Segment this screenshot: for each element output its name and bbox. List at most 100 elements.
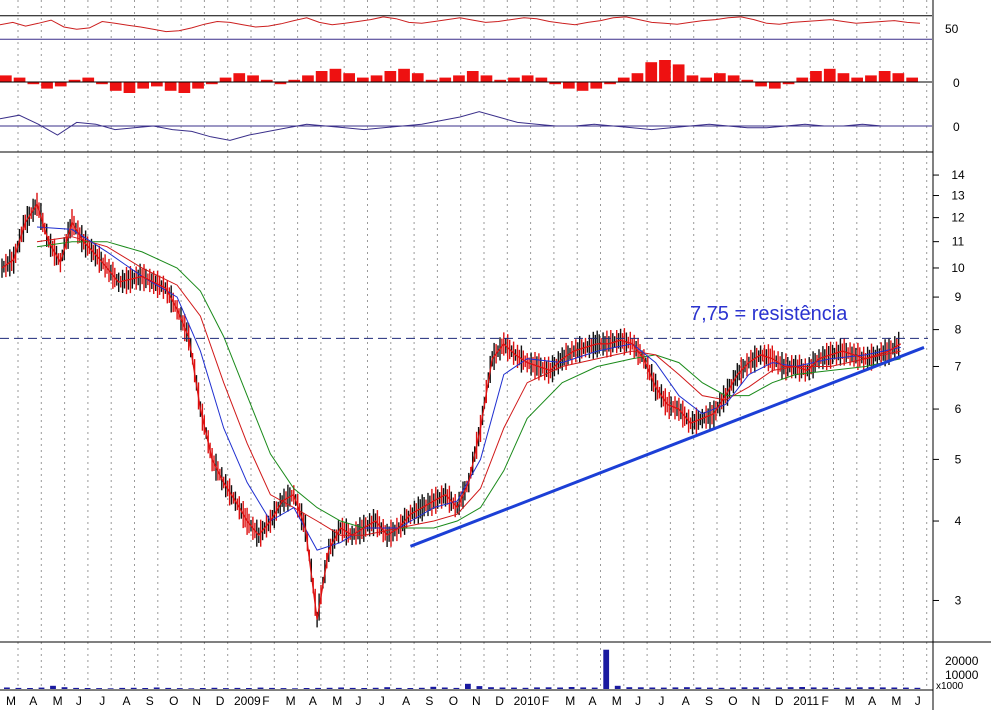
month-label: J <box>658 694 664 708</box>
month-label: A <box>29 694 37 708</box>
month-label: 2011 <box>793 694 819 708</box>
histogram-bar <box>535 77 548 82</box>
volume-bar <box>441 687 448 689</box>
volume-bar <box>303 688 310 689</box>
histogram-bar <box>357 77 369 82</box>
volume-bar <box>280 688 287 689</box>
volume-bar <box>4 687 10 689</box>
volume-bar <box>856 687 863 689</box>
histogram-bar <box>233 73 246 82</box>
histogram-bar <box>137 82 149 89</box>
month-label: M <box>286 694 296 708</box>
month-label: M <box>845 694 855 708</box>
volume-bar <box>27 688 33 689</box>
volume-bar <box>407 688 414 689</box>
volume-bar <box>38 687 45 689</box>
volume-bar <box>223 688 229 689</box>
month-label: A <box>682 694 690 708</box>
month-label: 2009 <box>234 694 261 708</box>
histogram-bar <box>727 75 740 82</box>
volume-bar <box>384 687 391 689</box>
histogram-bar <box>576 82 589 91</box>
volume-bar <box>372 687 379 689</box>
price-tick-label: 6 <box>955 402 962 416</box>
volume-bar <box>707 687 713 689</box>
volume-bar <box>580 687 587 689</box>
volume-bar <box>96 688 102 689</box>
month-label: M <box>332 694 342 708</box>
volume-bar <box>73 687 79 689</box>
volume-bar <box>637 687 644 689</box>
volume-bar <box>799 687 805 689</box>
month-label: A <box>123 694 131 708</box>
volume-bar <box>119 687 126 689</box>
volume-bar <box>50 685 56 689</box>
volume-bar <box>534 687 540 689</box>
histogram-bar <box>878 71 891 82</box>
histogram-bar <box>796 77 809 82</box>
histogram-bar <box>645 62 658 82</box>
histogram-bar <box>631 73 644 82</box>
histogram-bar <box>123 82 136 93</box>
volume-bar <box>84 688 91 689</box>
month-label: M <box>565 694 575 708</box>
month-label: A <box>309 694 317 708</box>
volume-bar <box>476 686 483 689</box>
volume-bar <box>153 687 160 689</box>
stock-chart: 50 0 0 7,75 = resistência 14 13 12 11 10 9 8 7 6… <box>0 0 991 710</box>
histogram-bar <box>192 82 204 89</box>
volume-bar <box>326 687 333 689</box>
histogram-bar <box>617 77 630 82</box>
volume-bar <box>315 687 321 689</box>
histogram-bar <box>672 64 685 82</box>
month-label: F <box>542 694 549 708</box>
month-label: S <box>425 694 433 708</box>
volume-bar <box>165 687 172 689</box>
histogram-bar <box>700 77 712 82</box>
month-label: J <box>379 694 385 708</box>
volume-bar <box>833 687 840 689</box>
volume-bar <box>430 686 437 689</box>
histogram-bar <box>659 60 671 82</box>
rsi-tick-label: 50 <box>945 22 959 36</box>
histogram-bar <box>508 77 520 82</box>
volume-bar <box>914 687 921 689</box>
volume-bar <box>787 687 794 689</box>
volume-bar <box>845 687 852 689</box>
histogram-bar <box>384 71 397 82</box>
month-label: O <box>449 694 458 708</box>
volume-bar <box>130 687 137 689</box>
histogram-bar <box>315 71 328 82</box>
histogram-bar <box>302 75 314 82</box>
volume-bar <box>246 688 252 689</box>
volume-bar <box>591 687 598 689</box>
volume-bar <box>557 687 563 689</box>
price-tick-label: 4 <box>955 514 962 528</box>
volume-bar <box>879 687 886 689</box>
month-label: F <box>822 694 829 708</box>
volume-bar <box>522 687 529 689</box>
volume-bar <box>199 688 206 689</box>
volume-bar <box>511 687 517 689</box>
volume-bar <box>603 649 610 689</box>
histogram-bar <box>82 77 95 82</box>
volume-bar <box>903 687 909 689</box>
volume-tick-label: 20000 <box>945 654 979 668</box>
month-label: O <box>728 694 737 708</box>
histogram-bar <box>178 82 191 93</box>
volume-bar <box>142 688 149 689</box>
month-label: J <box>915 694 921 708</box>
month-label: M <box>891 694 901 708</box>
volume-bar <box>672 687 679 689</box>
volume-bar <box>753 687 759 689</box>
volume-bar <box>418 687 425 689</box>
month-label: A <box>868 694 876 708</box>
month-label: A <box>402 694 410 708</box>
volume-bar <box>453 687 460 689</box>
volume-bar <box>269 687 275 689</box>
month-label: S <box>146 694 154 708</box>
histogram-bar <box>0 75 12 82</box>
histogram-bar <box>453 75 465 82</box>
volume-bar <box>338 687 344 689</box>
histogram-bar <box>892 73 905 82</box>
